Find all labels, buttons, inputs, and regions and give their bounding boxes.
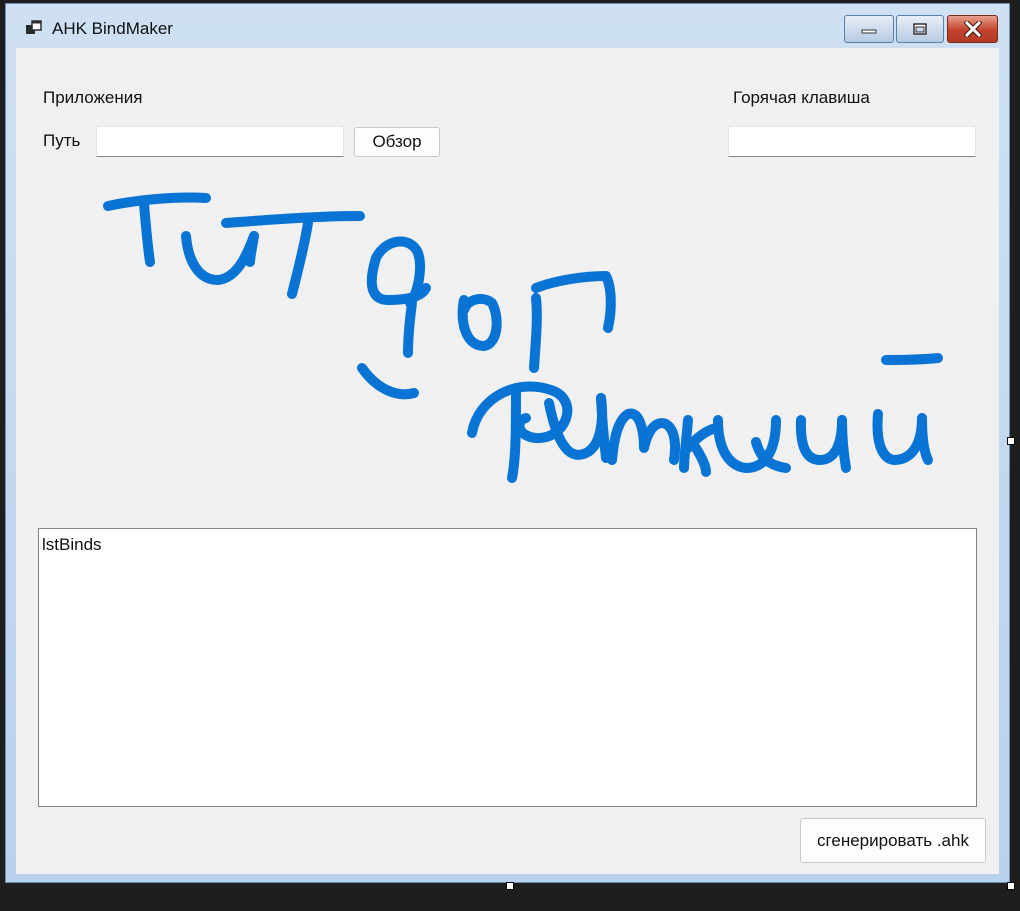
resize-handle-right[interactable]: [1007, 437, 1015, 445]
form-client-area: Приложения Путь Обзор Горячая клавиша ls…: [16, 48, 999, 874]
app-icon: [26, 20, 42, 34]
window-title: AHK BindMaker: [52, 19, 173, 38]
resize-handle-bottom[interactable]: [506, 882, 514, 890]
listbox-name: lstBinds: [42, 535, 102, 554]
minimize-button[interactable]: [844, 15, 894, 43]
resize-handle-corner[interactable]: [1007, 882, 1015, 890]
maximize-icon: [913, 23, 927, 35]
close-button[interactable]: [947, 15, 998, 43]
form-window: AHK BindMaker Приложения Путь Обзор Горя…: [5, 3, 1010, 883]
binds-listbox[interactable]: lstBinds: [38, 528, 977, 807]
handwritten-annotation: [103, 192, 943, 483]
maximize-button[interactable]: [896, 15, 944, 43]
close-icon: [963, 21, 982, 37]
title-bar[interactable]: AHK BindMaker: [6, 4, 1009, 48]
minimize-icon: [861, 29, 877, 34]
generate-ahk-button[interactable]: сгенерировать .ahk: [800, 818, 986, 863]
